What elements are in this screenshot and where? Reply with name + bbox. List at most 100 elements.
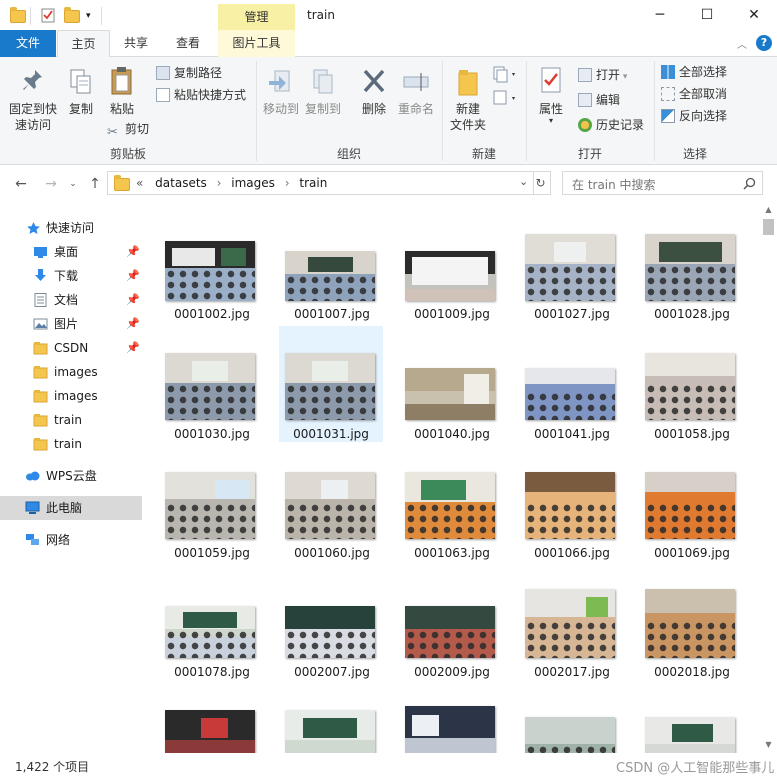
back-arrow-icon[interactable]: ← xyxy=(12,175,30,193)
file-tile[interactable]: 0001040.jpg xyxy=(400,327,504,443)
help-icon[interactable]: ? xyxy=(756,35,772,51)
search-input[interactable]: 在 train 中搜索 xyxy=(562,171,763,195)
sidebar-item-train[interactable]: train xyxy=(0,408,142,432)
copy-path-button[interactable]: 复制路径 xyxy=(156,63,222,83)
new-item-icon[interactable] xyxy=(492,65,518,86)
file-tile[interactable]: 0001009.jpg xyxy=(400,226,504,342)
image-thumbnail xyxy=(405,472,495,539)
tab-home[interactable]: 主页 xyxy=(57,30,110,58)
breadcrumb-train[interactable]: train xyxy=(299,176,327,190)
history-button[interactable]: 历史记录 xyxy=(578,115,644,135)
breadcrumb-images[interactable]: images xyxy=(231,176,275,190)
sidebar-item-network[interactable]: 网络 xyxy=(0,528,142,552)
file-tile[interactable]: 0002009.jpg xyxy=(400,565,504,681)
cut-button[interactable]: ✂ 剪切 xyxy=(107,119,149,140)
navigation-bar: ← → ⌄ ↑ « datasets › images › train ⌄ ↻ … xyxy=(0,166,777,200)
sidebar-item-wps-cloud[interactable]: WPS云盘 xyxy=(0,464,142,488)
rename-button[interactable]: 重命名 xyxy=(394,67,438,117)
vertical-scrollbar[interactable]: ▲ ▼ xyxy=(760,201,777,753)
open-button[interactable]: 打开 ▾ xyxy=(578,65,627,85)
file-tile-selected[interactable]: 0001031.jpg xyxy=(279,326,383,442)
sidebar-item-train[interactable]: train xyxy=(0,432,142,456)
watermark: CSDN @人工智能那些事儿 xyxy=(616,761,775,776)
address-bar[interactable]: « datasets › images › train ⌄ xyxy=(107,171,534,195)
tab-view[interactable]: 查看 xyxy=(164,30,212,57)
up-arrow-icon[interactable]: ↑ xyxy=(86,175,104,193)
tab-file[interactable]: 文件 xyxy=(0,30,56,57)
quick-access-dropdown-icon[interactable]: ▾ xyxy=(86,7,91,25)
properties-quick-icon[interactable] xyxy=(40,7,56,25)
move-to-button[interactable]: 移动到 xyxy=(260,67,302,117)
paste-shortcut-button[interactable]: 粘贴快捷方式 xyxy=(156,85,246,105)
file-tile[interactable]: 0001060.jpg xyxy=(280,446,384,562)
sidebar-item-documents[interactable]: 文档 📌 xyxy=(0,288,142,312)
file-tile[interactable]: 0001027.jpg xyxy=(520,226,624,342)
file-tile[interactable]: 0001041.jpg xyxy=(520,327,624,443)
file-tile[interactable] xyxy=(280,684,384,753)
sidebar-item-images[interactable]: images xyxy=(0,360,142,384)
edit-button[interactable]: 编辑 xyxy=(578,90,620,110)
sidebar-item-desktop[interactable]: 桌面 📌 xyxy=(0,240,142,264)
file-tile[interactable]: 0001063.jpg xyxy=(400,446,504,562)
sidebar-item-label: 文档 xyxy=(54,293,79,307)
file-tile[interactable]: 0001007.jpg xyxy=(280,226,384,342)
sidebar-item-this-pc[interactable]: 此电脑 xyxy=(0,496,142,520)
item-count: 1,422 个项目 xyxy=(15,760,90,774)
delete-button[interactable]: 删除 xyxy=(356,67,392,117)
file-name: 0001066.jpg xyxy=(534,546,610,560)
forward-arrow-icon[interactable]: → xyxy=(42,175,60,193)
refresh-icon[interactable]: ↻ xyxy=(531,171,551,195)
maximize-button[interactable]: ☐ xyxy=(684,0,730,30)
breadcrumb-separator-icon[interactable]: › xyxy=(285,176,290,190)
pin-to-quick-access-button[interactable]: 固定到快 速访问 xyxy=(4,67,62,133)
file-tile[interactable]: 0001028.jpg xyxy=(640,226,744,342)
recent-locations-icon[interactable]: ⌄ xyxy=(64,175,82,193)
close-button[interactable]: ✕ xyxy=(731,0,777,30)
sidebar-item-quick-access[interactable]: 快速访问 xyxy=(0,216,142,240)
file-tile[interactable] xyxy=(520,684,624,753)
file-tile[interactable]: 0001058.jpg xyxy=(640,327,744,443)
file-tile[interactable] xyxy=(640,684,744,753)
minimize-button[interactable]: ─ xyxy=(637,0,683,30)
copy-to-button[interactable]: 复制到 xyxy=(302,67,344,117)
scroll-up-icon[interactable]: ▲ xyxy=(760,201,777,218)
file-tile[interactable] xyxy=(400,684,504,753)
file-tile[interactable]: 0001069.jpg xyxy=(640,446,744,562)
scroll-down-icon[interactable]: ▼ xyxy=(760,736,777,753)
easy-access-icon[interactable] xyxy=(492,89,518,110)
folder-icon xyxy=(33,366,48,379)
file-tile[interactable]: 0001030.jpg xyxy=(160,327,264,443)
tab-share[interactable]: 共享 xyxy=(112,30,160,57)
copy-to-icon xyxy=(313,69,333,94)
file-tile[interactable]: 0002018.jpg xyxy=(640,565,744,681)
select-none-button[interactable]: 全部取消 xyxy=(661,84,727,104)
breadcrumb-separator-icon[interactable]: › xyxy=(217,176,222,190)
breadcrumb-datasets[interactable]: datasets xyxy=(155,176,207,190)
file-tile[interactable]: 0001066.jpg xyxy=(520,446,624,562)
sidebar-item-downloads[interactable]: 下载 📌 xyxy=(0,264,142,288)
sidebar-item-pictures[interactable]: 图片 📌 xyxy=(0,312,142,336)
file-tile[interactable]: 0002017.jpg xyxy=(520,565,624,681)
sidebar-item-images[interactable]: images xyxy=(0,384,142,408)
new-folder-quick-icon[interactable] xyxy=(64,7,80,25)
paste-button[interactable]: 粘贴 xyxy=(104,65,140,117)
file-tile[interactable]: 0001059.jpg xyxy=(160,446,264,562)
image-thumbnail xyxy=(525,717,615,753)
file-tile[interactable]: 0001002.jpg xyxy=(160,226,264,342)
properties-button[interactable]: 属性 ▾ xyxy=(532,65,570,125)
invert-selection-button[interactable]: 反向选择 xyxy=(661,106,727,126)
copy-icon xyxy=(70,69,91,94)
select-all-button[interactable]: 全部选择 xyxy=(661,62,727,82)
file-tile[interactable] xyxy=(160,684,264,753)
copy-button[interactable]: 复制 xyxy=(64,67,98,117)
file-tile[interactable]: 0001078.jpg xyxy=(160,565,264,681)
new-folder-button[interactable]: 新建 文件夹 xyxy=(446,67,490,133)
file-tile[interactable]: 0002007.jpg xyxy=(280,565,384,681)
breadcrumb-overflow[interactable]: « xyxy=(136,176,143,190)
address-dropdown-icon[interactable]: ⌄ xyxy=(519,175,528,188)
rename-label: 重命名 xyxy=(397,102,434,116)
sidebar-item-csdn[interactable]: CSDN 📌 xyxy=(0,336,142,360)
collapse-ribbon-icon[interactable]: ︿ xyxy=(737,36,747,51)
scrollbar-thumb[interactable] xyxy=(763,219,774,235)
tab-picture-tools[interactable]: 图片工具 xyxy=(218,30,295,57)
